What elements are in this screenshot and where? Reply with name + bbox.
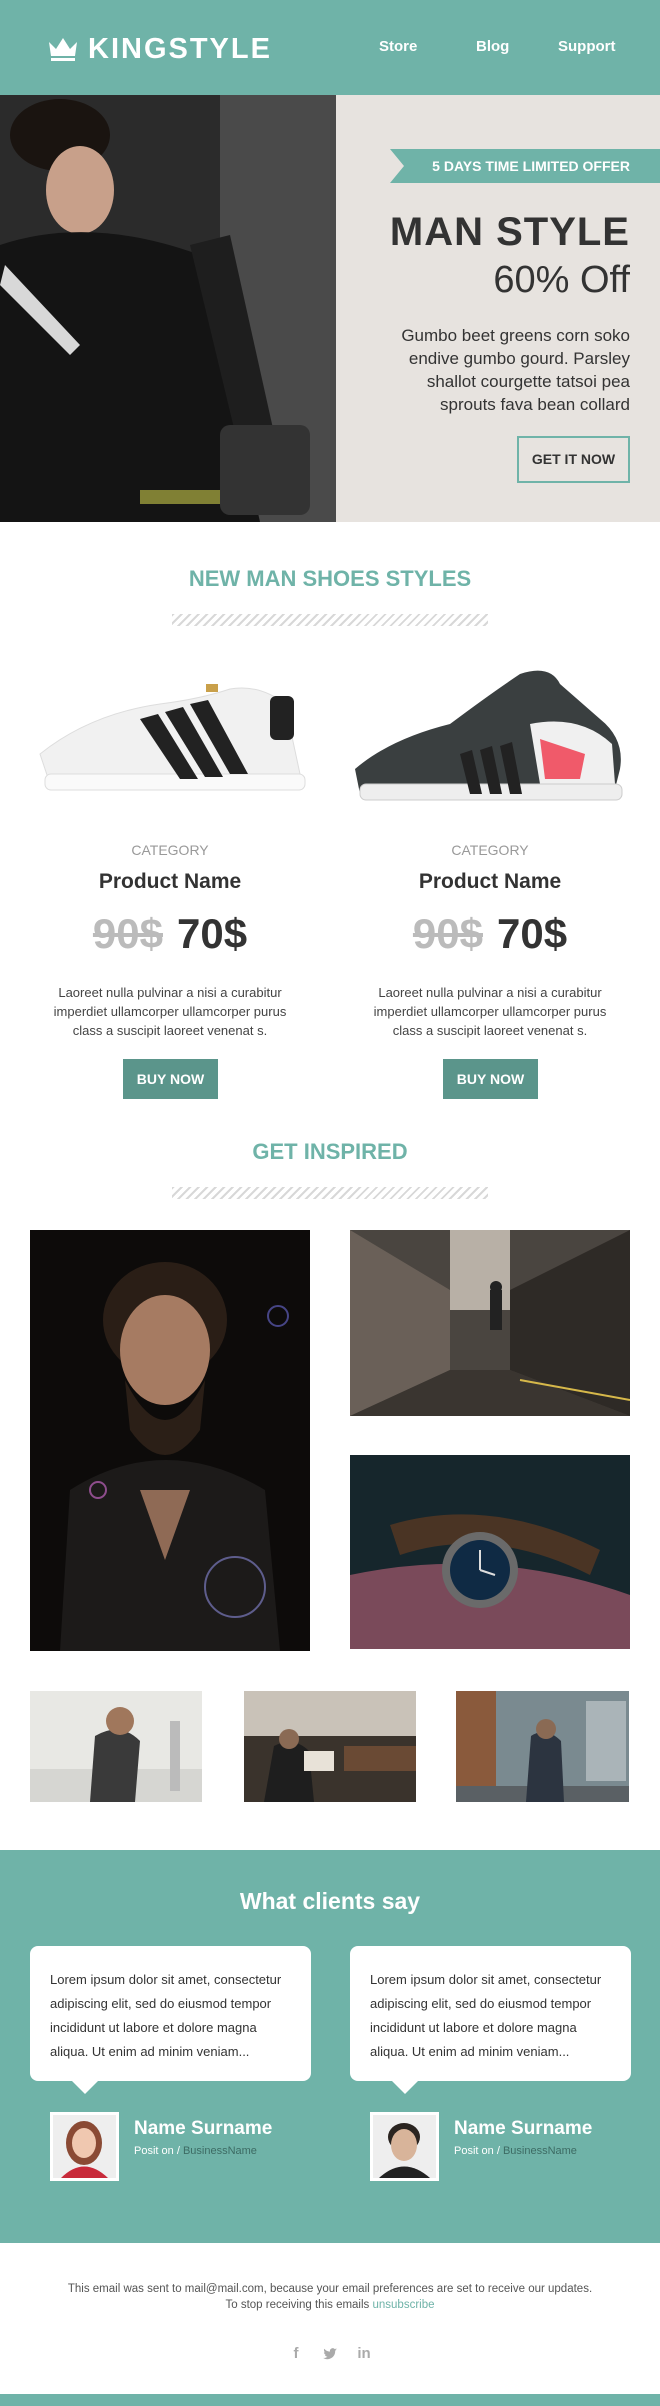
- social-links: f in: [0, 2346, 660, 2362]
- section-divider: [172, 614, 488, 626]
- new-price: 70$: [177, 910, 248, 957]
- footer-line-2: To stop receiving this emails unsubscrib…: [0, 2297, 660, 2313]
- offer-ribbon: 5 DAYS TIME LIMITED OFFER: [390, 149, 660, 183]
- testimonials-title: What clients say: [239, 1888, 421, 1914]
- buy-now-button[interactable]: BUY NOW: [123, 1059, 218, 1099]
- product-name[interactable]: Product Name: [350, 870, 630, 894]
- hero-text: Gumbo beet greens corn soko endive gumbo…: [401, 326, 630, 414]
- inspiration-photo[interactable]: [456, 1691, 629, 1802]
- testimonial-name: Name Surname: [134, 2118, 273, 2139]
- footer-text: This email was sent to mail@mail.com, be…: [0, 2281, 660, 2313]
- new-price: 70$: [497, 910, 568, 957]
- testimonial-name: Name Surname: [454, 2118, 593, 2139]
- unsubscribe-link[interactable]: unsubscribe: [373, 2299, 435, 2311]
- product-name[interactable]: Product Name: [30, 870, 310, 894]
- get-it-now-button[interactable]: GET IT NOW: [517, 436, 630, 483]
- hero-subtitle: 60% Off: [493, 259, 630, 301]
- footer-line-1: This email was sent to mail@mail.com, be…: [67, 2283, 593, 2295]
- testimonial-position: Posit on / BusinessName: [454, 2145, 577, 2157]
- section-divider: [172, 1187, 488, 1199]
- testimonial-quote: Lorem ipsum dolor sit amet, consectetur …: [350, 1946, 631, 2094]
- inspired-section-title: GET INSPIRED: [252, 1139, 408, 1164]
- logo-text: KINGSTYLE: [88, 32, 272, 65]
- testimonials-section: What clients say Lorem ipsum dolor sit a…: [0, 1850, 660, 2243]
- position-separator: /: [496, 2145, 500, 2157]
- product-description: Laoreet nulla pulvinar a nisi a curabitu…: [53, 985, 287, 1038]
- nav-support[interactable]: Support: [558, 38, 616, 55]
- product-card: CATEGORY Product Name 90$ 70$ Laoreet nul…: [30, 644, 310, 1099]
- inspiration-photo[interactable]: [30, 1691, 202, 1802]
- product-category: CATEGORY: [451, 842, 529, 858]
- footer: This email was sent to mail@mail.com, be…: [0, 2243, 660, 2406]
- product-description: Laoreet nulla pulvinar a nisi a curabitu…: [373, 985, 607, 1038]
- avatar: [50, 2112, 119, 2181]
- footer-line-2-text: To stop receiving this emails: [225, 2299, 370, 2311]
- product-card: CATEGORY Product Name 90$ 70$ Laoreet nul…: [350, 644, 630, 1099]
- header: KINGSTYLE Store Blog Support: [0, 0, 660, 95]
- hero-title: MAN STYLE: [389, 210, 630, 254]
- old-price: 90$: [412, 910, 483, 957]
- nav-store[interactable]: Store: [379, 38, 417, 55]
- price: 90$ 70$: [350, 910, 630, 958]
- product-image[interactable]: [30, 644, 310, 834]
- testimonial-position: Posit on / BusinessName: [134, 2145, 257, 2157]
- avatar: [370, 2112, 439, 2181]
- position-label: Posit on: [454, 2145, 494, 2157]
- price: 90$ 70$: [30, 910, 310, 958]
- position-separator: /: [176, 2145, 180, 2157]
- nav-blog[interactable]: Blog: [476, 38, 509, 55]
- footer-bar: [0, 2394, 660, 2406]
- linkedin-icon[interactable]: in: [356, 2346, 372, 2362]
- position-label: Posit on: [134, 2145, 174, 2157]
- testimonial-quote: Lorem ipsum dolor sit amet, consectetur …: [30, 1946, 311, 2094]
- inspiration-photo[interactable]: [30, 1230, 310, 1651]
- old-price: 90$: [92, 910, 163, 957]
- product-image[interactable]: [350, 644, 630, 834]
- inspiration-photo[interactable]: [350, 1230, 630, 1416]
- twitter-icon[interactable]: [322, 2346, 338, 2362]
- inspiration-photo[interactable]: [350, 1455, 630, 1649]
- product-category: CATEGORY: [131, 842, 209, 858]
- buy-now-button[interactable]: BUY NOW: [443, 1059, 538, 1099]
- logo[interactable]: KINGSTYLE: [48, 30, 272, 68]
- inspiration-photo[interactable]: [244, 1691, 416, 1802]
- business-name: BusinessName: [182, 2145, 257, 2157]
- business-name: BusinessName: [502, 2145, 577, 2157]
- products-section-title: NEW MAN SHOES STYLES: [188, 566, 472, 591]
- crown-icon: [49, 38, 77, 61]
- facebook-icon[interactable]: f: [288, 2346, 304, 2362]
- hero-banner: 5 DAYS TIME LIMITED OFFER MAN STYLE 60% …: [0, 95, 660, 522]
- hero-photo: [0, 95, 336, 522]
